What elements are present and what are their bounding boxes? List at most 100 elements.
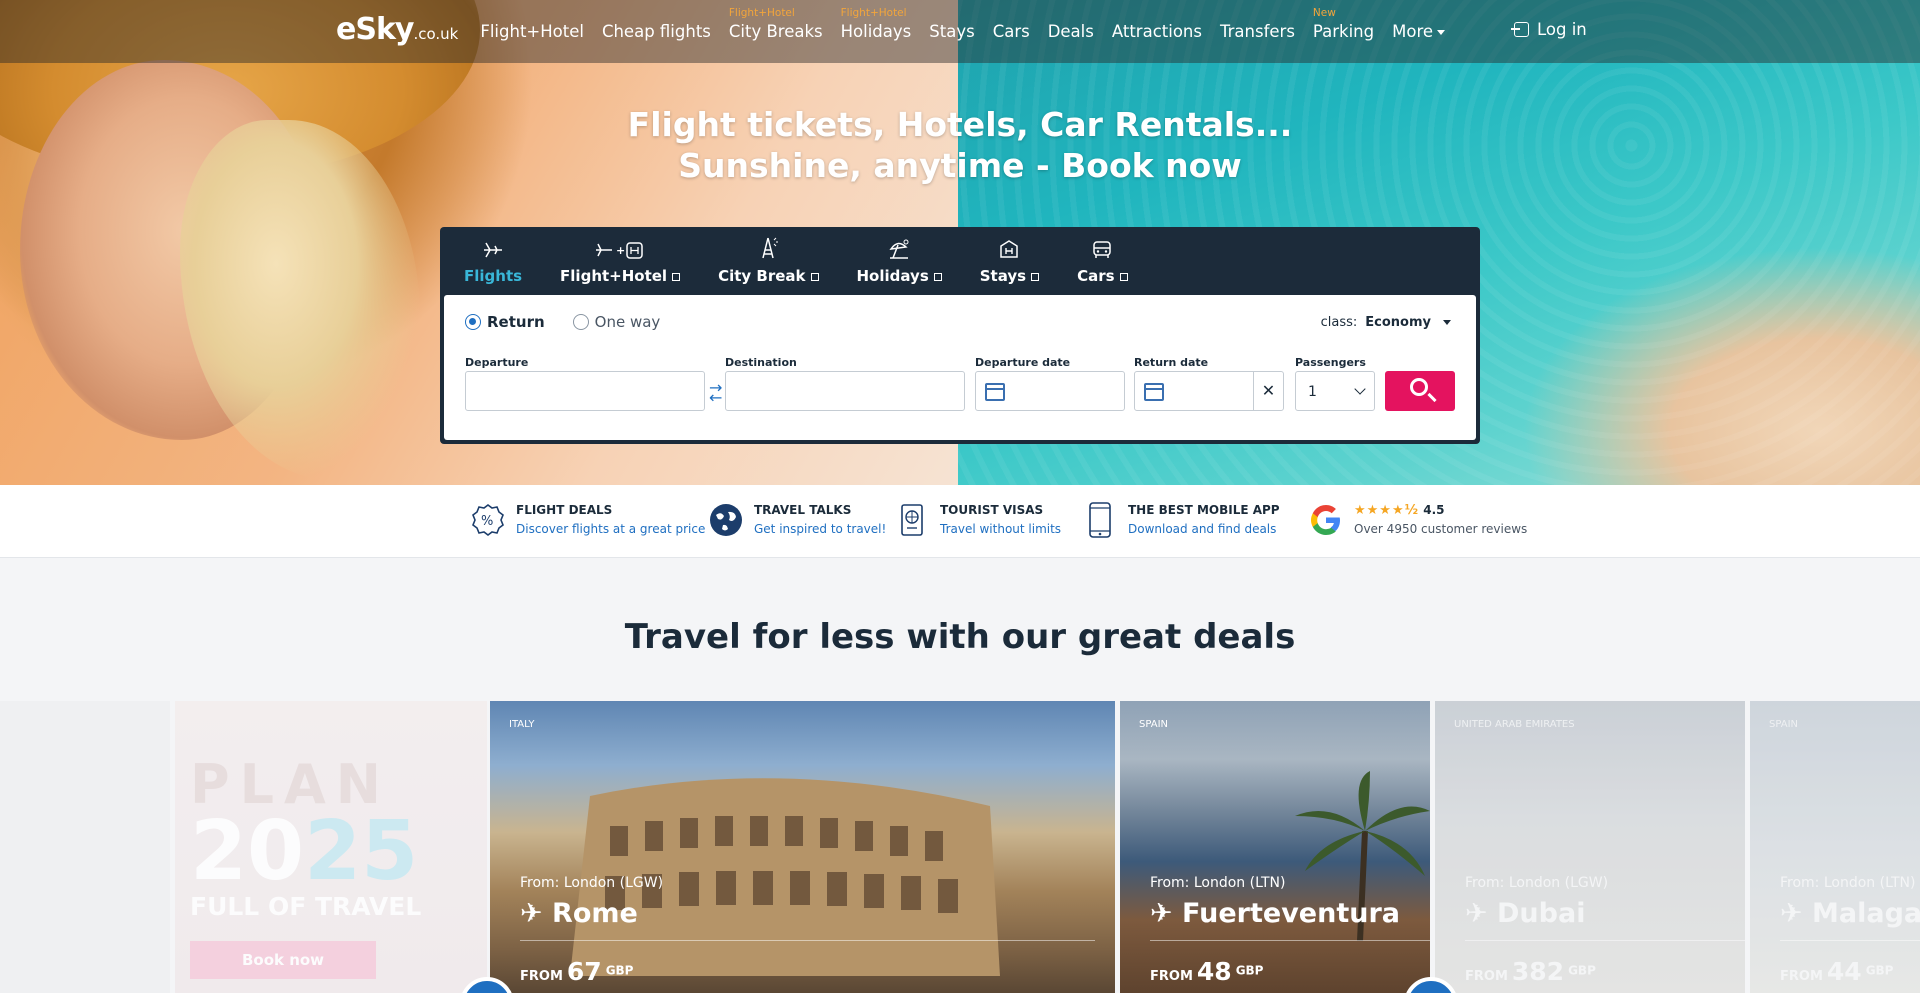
tab-city-break[interactable]: City Break — [718, 227, 819, 295]
card-country: UNITED ARAB EMIRATES — [1454, 719, 1575, 730]
car-icon — [1093, 241, 1112, 258]
search-button[interactable] — [1385, 371, 1455, 411]
plan-2025-promo-card[interactable]: PLAN 2025 FULL OF TRAVEL Book now — [175, 701, 487, 993]
nav-cheap-flights[interactable]: Cheap flights — [602, 22, 711, 41]
tab-label-text: Holidays — [856, 267, 929, 285]
calendar-icon — [1144, 383, 1164, 401]
price-currency: GBP — [1865, 963, 1894, 978]
tab-flight-hotel[interactable]: + Flight+Hotel — [560, 227, 681, 295]
svg-text:+: + — [616, 244, 625, 257]
smartphone-icon — [1082, 502, 1118, 538]
hero-title-line1: Flight tickets, Hotels, Car Rentals... — [627, 105, 1293, 144]
nav-label: More — [1392, 22, 1434, 41]
radio-return-label: Return — [487, 313, 545, 331]
logo-text: eSky — [336, 12, 414, 47]
tab-label: Flights — [464, 267, 523, 285]
radio-return-dot[interactable] — [465, 314, 481, 330]
colosseum-illustration — [570, 778, 1000, 976]
feature-title: THE BEST MOBILE APP — [1128, 503, 1280, 517]
card-country: SPAIN — [1139, 719, 1169, 730]
nav-label: Holidays — [840, 22, 912, 41]
nav-attractions[interactable]: Attractions — [1112, 22, 1202, 41]
radio-one-way-dot[interactable] — [572, 314, 589, 330]
card-country: SPAIN — [1769, 719, 1799, 730]
external-link-icon — [1031, 273, 1040, 281]
calendar-icon — [985, 383, 1005, 401]
passport-icon — [894, 502, 930, 538]
card-city: ✈ Fuerteventura — [1150, 898, 1400, 929]
radio-return[interactable]: Return — [465, 313, 545, 331]
departure-input[interactable] — [465, 371, 705, 411]
departure-date-input[interactable] — [975, 371, 1125, 411]
class-value: Economy — [1365, 315, 1431, 330]
passengers-value: 1 — [1308, 384, 1317, 400]
nav-cars[interactable]: Cars — [993, 22, 1030, 41]
card-origin: From: London (LTN) — [1780, 875, 1916, 891]
nav-city-breaks[interactable]: Flight+Hotel City Breaks — [729, 7, 823, 41]
tab-flights[interactable]: Flights — [464, 227, 522, 295]
nav-transfers[interactable]: Transfers — [1220, 22, 1295, 41]
feature-title: TOURIST VISAS — [940, 503, 1044, 517]
tab-stays[interactable]: Stays — [979, 227, 1040, 295]
price-from: FROM — [520, 969, 563, 984]
search-icon — [1410, 378, 1428, 396]
hero-title-line2: Sunshine, anytime - Book now — [678, 146, 1242, 185]
tab-holidays[interactable]: Holidays — [857, 227, 942, 295]
feature-tourist-visas[interactable]: TOURIST VISAS Travel without limits — [894, 502, 1061, 539]
nav-parking[interactable]: New Parking — [1313, 7, 1374, 41]
external-link-icon — [1119, 273, 1128, 281]
chevron-down-icon — [1437, 30, 1446, 35]
plan-year-a: 20 — [190, 804, 305, 899]
nav-deals[interactable]: Deals — [1048, 22, 1094, 41]
feature-sub: Get inspired to travel! — [754, 522, 887, 536]
class-selector[interactable]: class: Economy — [1321, 315, 1451, 330]
deal-card-rome[interactable]: ITALY From: London (LGW) ✈ Rome FROM 67 GB… — [490, 701, 1115, 993]
login-icon — [1511, 22, 1529, 37]
hero-headline: Flight tickets, Hotels, Car Rentals... S… — [0, 104, 1920, 186]
nav-holidays[interactable]: Flight+Hotel Holidays — [840, 7, 912, 41]
tab-label: Stays — [979, 267, 1040, 285]
logo-suffix: .co.uk — [413, 25, 459, 43]
external-link-icon — [810, 273, 819, 281]
search-widget: Flights + Flight+Hotel City Break Holida… — [440, 227, 1480, 444]
clear-return-date-button[interactable]: ✕ — [1253, 372, 1283, 410]
feature-travel-talks[interactable]: TRAVEL TALKS Get inspired to travel! — [708, 502, 886, 539]
card-divider — [520, 940, 1095, 941]
price-value: 48 — [1196, 957, 1232, 986]
deal-card-malaga[interactable]: SPAIN From: London (LTN) ✈ Malaga FROM 44… — [1750, 701, 1920, 993]
nav-stays[interactable]: Stays — [929, 22, 974, 41]
login-button[interactable]: Log in — [1511, 20, 1587, 39]
feature-mobile-app[interactable]: THE BEST MOBILE APP Download and find dea… — [1082, 502, 1280, 539]
deal-card-fuerteventura[interactable]: SPAIN From: London (LTN) ✈ Fuerteventura… — [1120, 701, 1430, 993]
esky-logo[interactable]: eSky.co.uk — [336, 12, 458, 47]
percent-badge-icon: % — [470, 502, 506, 538]
plan-year: 2025 — [190, 811, 421, 893]
destination-input[interactable] — [725, 371, 965, 411]
feature-title: TRAVEL TALKS — [754, 503, 852, 517]
google-icon — [1308, 502, 1344, 538]
deal-card-dubai[interactable]: UNITED ARAB EMIRATES From: London (LGW) … — [1435, 701, 1745, 993]
card-city: ✈ Rome — [520, 898, 638, 929]
google-reviews[interactable]: ★★★★½ 4.5 Over 4950 customer reviews — [1308, 502, 1527, 539]
price-from: FROM — [1150, 969, 1193, 984]
return-date-input[interactable]: ✕ — [1134, 371, 1284, 411]
login-label: Log in — [1537, 20, 1587, 39]
price-currency: GBP — [1568, 963, 1596, 978]
nav-label: Cars — [992, 22, 1030, 41]
nav-label: Attractions — [1111, 22, 1202, 41]
swap-airports-icon[interactable]: → ← — [709, 380, 722, 406]
search-tabs: Flights + Flight+Hotel City Break Holida… — [440, 227, 1480, 295]
radio-one-way[interactable]: One way — [572, 313, 660, 331]
rating-value: 4.5 — [1423, 503, 1445, 517]
beach-umbrella-icon — [889, 239, 909, 259]
nav-label: Cheap flights — [601, 22, 711, 41]
tab-label-text: Stays — [979, 267, 1027, 285]
card-divider — [1150, 940, 1430, 941]
nav-flight-hotel[interactable]: Flight+Hotel — [480, 22, 584, 41]
price-currency: GBP — [605, 963, 634, 978]
passengers-select[interactable]: 1 — [1295, 371, 1375, 411]
tab-cars[interactable]: Cars — [1077, 227, 1128, 295]
feature-flight-deals[interactable]: % FLIGHT DEALS Discover flights at a grea… — [470, 502, 705, 539]
book-now-button[interactable]: Book now — [190, 941, 376, 979]
nav-more[interactable]: More — [1392, 22, 1446, 41]
